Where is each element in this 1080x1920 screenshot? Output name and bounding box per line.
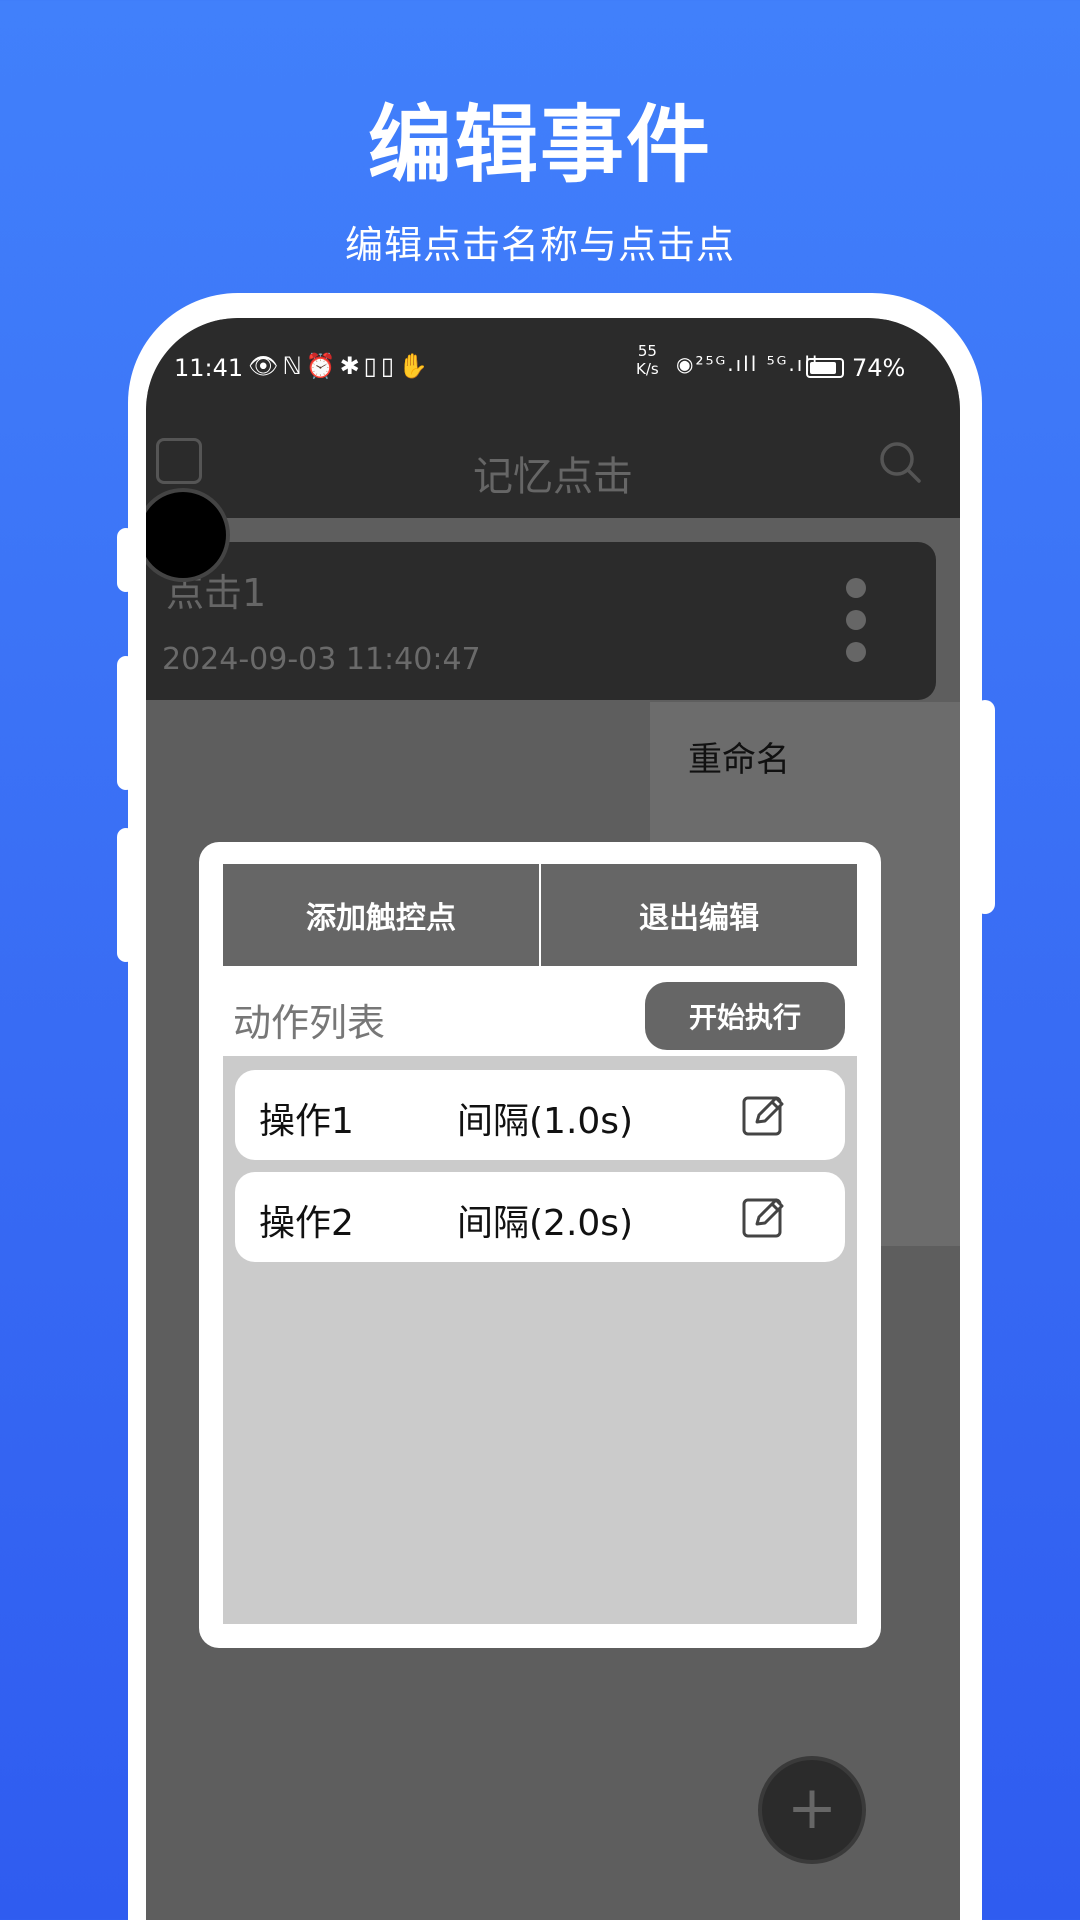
network-speed-value: 55 (637, 342, 657, 360)
list-item[interactable]: 操作1 间隔(1.0s) (235, 1070, 845, 1160)
operation-interval: 间隔(1.0s) (457, 1101, 634, 1142)
action-list: 操作1 间隔(1.0s) 操作2 间隔(2.0s) (223, 1056, 857, 1624)
add-fab-button[interactable]: + (758, 1756, 866, 1864)
signal-icons: ◉²⁵ᴳ.ıll ⁵ᴳ.ıll (676, 352, 820, 376)
dialog-button-bar: 添加触控点 退出编辑 (223, 864, 857, 966)
event-card[interactable]: 点击1 2024-09-03 11:40:47 (146, 542, 936, 700)
action-list-title: 动作列表 (233, 1001, 386, 1045)
menu-item-rename[interactable]: 重命名 (688, 732, 790, 781)
app-bar: 记忆点击 (146, 418, 960, 518)
start-execute-button[interactable]: 开始执行 (645, 982, 845, 1050)
status-icons-left: 👁ℕ⏰✱▯▯✋ (248, 352, 432, 380)
status-bar: 11:41 👁ℕ⏰✱▯▯✋ 55 K/s ◉²⁵ᴳ.ıll ⁵ᴳ.ıll 74% (146, 318, 960, 418)
battery-icon (806, 358, 844, 378)
app-title: 记忆点击 (473, 454, 633, 500)
edit-dialog: 添加触控点 退出编辑 动作列表 开始执行 操作1 间隔(1.0s) 操作2 间隔… (199, 842, 881, 1648)
promo-subtitle: 编辑点击名称与点击点 (344, 223, 735, 267)
more-vert-icon[interactable] (846, 578, 866, 668)
operation-name: 操作2 (259, 1203, 354, 1244)
list-item[interactable]: 操作2 间隔(2.0s) (235, 1172, 845, 1262)
operation-name: 操作1 (259, 1101, 354, 1142)
exit-edit-button[interactable]: 退出编辑 (539, 864, 857, 966)
promo-title: 编辑事件 (367, 96, 712, 194)
edit-icon[interactable] (741, 1092, 787, 1138)
status-time: 11:41 (174, 354, 244, 382)
search-icon[interactable] (878, 440, 922, 484)
add-touch-point-button[interactable]: 添加触控点 (223, 864, 539, 966)
operation-interval: 间隔(2.0s) (457, 1203, 634, 1244)
battery-percent: 74% (852, 354, 906, 382)
action-list-header: 动作列表 开始执行 (223, 974, 857, 1064)
network-speed-unit: K/s (636, 360, 659, 378)
event-timestamp: 2024-09-03 11:40:47 (162, 642, 481, 677)
network-speed: 55 K/s (636, 342, 659, 378)
edit-icon[interactable] (741, 1194, 787, 1240)
